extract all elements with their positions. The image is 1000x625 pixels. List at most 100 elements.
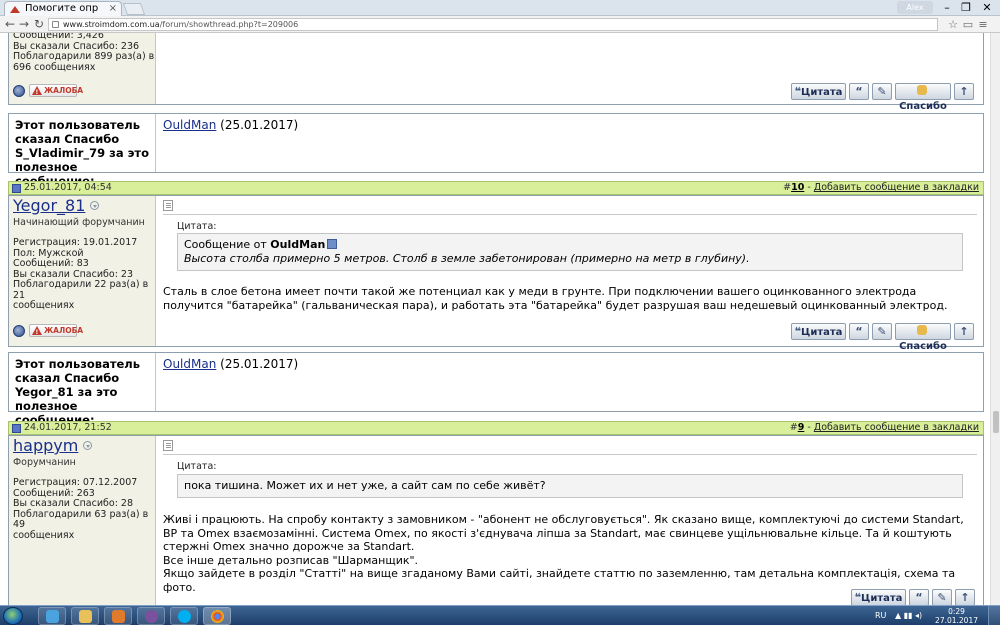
username-link[interactable]: happym (13, 436, 78, 455)
stat-line: сообщениях (13, 529, 75, 541)
quote-button[interactable]: ❝Цитата (791, 323, 846, 340)
user-menu-icon[interactable] (83, 441, 93, 450)
profile-badge[interactable]: Alex (897, 1, 933, 14)
thanks-list: OuldMan (25.01.2017) (163, 357, 298, 371)
show-desktop-button[interactable] (988, 606, 1000, 625)
taskbar-viber-button[interactable] (137, 607, 165, 625)
quick-reply-button[interactable]: ✎ (872, 83, 892, 100)
multiquote-button[interactable]: “ (909, 589, 929, 605)
post-number-link[interactable]: 10 (791, 182, 804, 193)
quote-text: Высота столба примерно 5 метров. Столб в… (184, 252, 750, 265)
skype-icon (178, 610, 191, 623)
thanks-button[interactable]: Спасибо (895, 83, 951, 112)
user-status-icon[interactable] (13, 325, 25, 337)
scrollbar-thumb[interactable] (993, 411, 999, 433)
taskbar-chrome-button[interactable] (203, 607, 231, 625)
user-menu-icon[interactable] (90, 201, 100, 210)
quote-text: пока тишина. Может их и нет уже, а сайт … (184, 479, 546, 492)
thanks-content: OuldMan (25.01.2017) (157, 114, 983, 172)
view-post-icon[interactable] (327, 239, 338, 249)
report-button[interactable]: ЖАЛОБА (29, 324, 83, 338)
forward-arrow-icon[interactable]: → (16, 17, 32, 32)
post-actions: ❝Цитата “ ✎ ↑ (851, 589, 979, 605)
extension-icon[interactable]: ▭ (961, 17, 975, 32)
clock-date: 27.01.2017 (935, 616, 978, 625)
post-date: 24.01.2017, 21:52 (24, 422, 112, 433)
warning-icon (32, 326, 42, 338)
post-block: happym Форумчанин Регистрация: 07.12.200… (8, 435, 984, 605)
multiquote-button[interactable]: “ (849, 323, 869, 340)
post-actions: ❝Цитата “ ✎ Спасибо ↑ (791, 323, 979, 352)
warning-icon (32, 86, 42, 98)
thanks-user-link[interactable]: OuldMan (163, 118, 216, 132)
post-content: Цитата: пока тишина. Может их и нет уже,… (157, 436, 983, 605)
post-document-icon (163, 200, 173, 211)
post-icon (12, 184, 21, 193)
minimize-icon[interactable]: – (938, 0, 956, 15)
multiquote-button[interactable]: “ (849, 83, 869, 100)
quick-reply-button[interactable]: ✎ (932, 589, 952, 605)
report-button[interactable]: ЖАЛОБА (29, 84, 83, 98)
clock-time: 0:29 (948, 607, 965, 616)
thumbs-up-icon (917, 85, 927, 95)
taskbar-clock[interactable]: 0:29 27.01.2017 (935, 607, 978, 625)
stat-line: Поблагодарили 899 раз(а) в (13, 51, 155, 62)
thanks-button[interactable]: Спасибо (895, 323, 951, 352)
thanks-date: (25.01.2017) (220, 357, 299, 371)
taskbar-ie-button[interactable] (38, 607, 66, 625)
scroll-top-button[interactable]: ↑ (955, 589, 975, 605)
thanks-content: OuldMan (25.01.2017) (157, 353, 983, 411)
username-link[interactable]: Yegor_81 (13, 196, 85, 215)
scroll-top-button[interactable]: ↑ (954, 323, 974, 340)
close-tab-icon[interactable]: × (109, 2, 117, 15)
thanks-block: Этот пользователь сказал Спасибо S_Vladi… (8, 113, 984, 188)
star-icon[interactable]: ☆ (946, 17, 960, 32)
page-viewport: Сообщений: 3,426 Вы сказали Спасибо: 236… (0, 33, 990, 605)
post-message: Сталь в слое бетона имеет почти такой же… (163, 285, 948, 312)
close-window-icon[interactable]: ✕ (976, 0, 998, 15)
menu-icon[interactable]: ≡ (976, 17, 990, 32)
quote-author: OuldMan (270, 238, 326, 251)
post-block-top: Сообщений: 3,426 Вы сказали Спасибо: 236… (8, 33, 984, 112)
browser-tab[interactable]: Помогите опр × (4, 1, 122, 16)
quote-button[interactable]: ❝Цитата (791, 83, 846, 100)
bookmark-link[interactable]: Добавить сообщение в закладки (814, 422, 979, 433)
thanks-user-link[interactable]: OuldMan (163, 357, 216, 371)
post-user-panel: Сообщений: 3,426 Вы сказали Спасибо: 236… (9, 33, 156, 104)
quick-reply-button[interactable]: ✎ (872, 323, 892, 340)
thanks-block: Этот пользователь сказал Спасибо Yegor_8… (8, 352, 984, 427)
bookmark-link[interactable]: Добавить сообщение в закладки (814, 182, 979, 193)
post-user-panel: happym Форумчанин Регистрация: 07.12.200… (9, 436, 156, 605)
user-stats: Регистрация: 19.01.2017 Пол: Мужской Соо… (13, 237, 155, 312)
thanks-list: OuldMan (25.01.2017) (163, 118, 298, 132)
taskbar-media-button[interactable] (104, 607, 132, 625)
start-button[interactable] (3, 607, 23, 625)
quote-button[interactable]: ❝Цитата (851, 589, 906, 605)
page-scrollbar[interactable] (990, 33, 1000, 605)
quote-box: пока тишина. Может их и нет уже, а сайт … (177, 474, 963, 498)
url-field[interactable]: www.stroimdom.com.ua/forum/showthread.ph… (48, 18, 938, 31)
thanks-date: (25.01.2017) (220, 118, 299, 132)
taskbar-skype-button[interactable] (170, 607, 198, 625)
internet-explorer-icon (46, 610, 59, 623)
stat-line: 696 сообщениях (13, 61, 96, 73)
thanks-label: Этот пользователь сказал Спасибо Yegor_8… (15, 357, 140, 427)
user-line: happym (13, 436, 93, 455)
thanks-side: Этот пользователь сказал Спасибо Yegor_8… (9, 353, 156, 427)
user-status-icon[interactable] (13, 85, 25, 97)
user-title: Форумчанин (13, 457, 76, 468)
scroll-top-button[interactable]: ↑ (954, 83, 974, 100)
user-title: Начинающий форумчанин (13, 217, 145, 228)
page-info-icon (52, 21, 59, 28)
taskbar-explorer-button[interactable] (71, 607, 99, 625)
site-favicon-icon (10, 5, 20, 13)
maximize-icon[interactable]: ❐ (957, 0, 975, 15)
language-indicator[interactable]: RU (875, 606, 886, 625)
post-divider (163, 214, 977, 215)
new-tab-button[interactable] (122, 3, 146, 15)
quote-label: Цитата: (177, 221, 217, 232)
stat-line: Поблагодарили 22 раз(а) в 21 (13, 279, 149, 301)
post-number-link[interactable]: 9 (798, 422, 805, 433)
post-content: Цитата: Сообщение от OuldMan Высота стол… (157, 196, 983, 352)
reload-icon[interactable]: ↻ (31, 17, 47, 32)
